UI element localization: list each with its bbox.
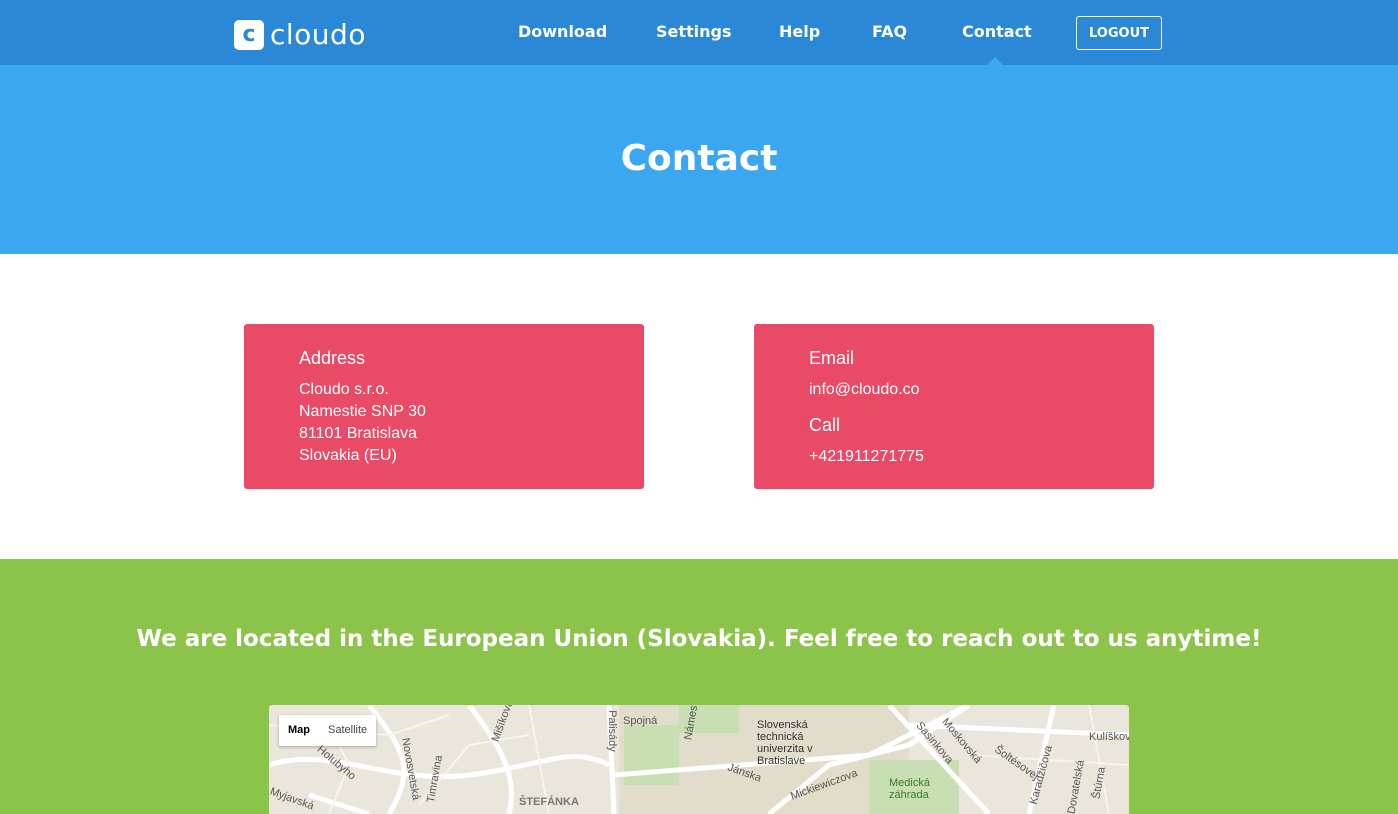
- page-title: Contact: [620, 138, 778, 179]
- cloudo-logo[interactable]: c cloudo: [234, 18, 366, 51]
- email-link[interactable]: info@cloudo.co: [809, 381, 920, 399]
- address-line-street: Namestie SNP 30: [299, 403, 426, 420]
- top-navigation-bar: c cloudo Download Settings Help FAQ Cont…: [0, 0, 1398, 65]
- nav-download[interactable]: Download: [518, 22, 607, 41]
- map-type-map-button[interactable]: Map: [279, 715, 319, 746]
- logout-button[interactable]: LOGOUT: [1076, 16, 1162, 50]
- map-label-kuliskova: Kulíškova: [1089, 731, 1129, 743]
- map-label-medicka-zahrada: Medická záhrada: [889, 777, 930, 801]
- nav-help[interactable]: Help: [779, 22, 820, 41]
- nav-faq[interactable]: FAQ: [872, 22, 907, 41]
- logo-badge: c: [234, 19, 264, 50]
- active-nav-indicator: [987, 57, 1003, 65]
- address-line-city: 81101 Bratislava: [299, 425, 417, 442]
- address-heading: Address: [299, 348, 366, 368]
- logo-text: cloudo: [270, 18, 366, 51]
- location-tagline: We are located in the European Union (Sl…: [136, 626, 1262, 652]
- embedded-map[interactable]: Map Satellite Slovenská technická univer…: [269, 705, 1129, 814]
- call-heading: Call: [809, 415, 841, 435]
- contact-card: Email info@cloudo.co Call +421911271775: [754, 324, 1154, 489]
- email-heading: Email: [809, 348, 855, 368]
- map-label-university: Slovenská technická univerzita v Bratisl…: [757, 719, 813, 767]
- nav-contact[interactable]: Contact: [962, 22, 1032, 41]
- map-label-spojna: Spojná: [623, 715, 658, 727]
- map-type-satellite-button[interactable]: Satellite: [319, 715, 376, 746]
- map-label-palisady: Palisády: [605, 710, 618, 752]
- address-card: Address Cloudo s.r.o. Namestie SNP 30 81…: [244, 324, 644, 489]
- address-line-company: Cloudo s.r.o.: [299, 381, 389, 398]
- nav-settings[interactable]: Settings: [656, 22, 732, 41]
- phone-link[interactable]: +421911271775: [809, 448, 924, 466]
- map-type-control: Map Satellite: [279, 715, 377, 746]
- map-label-stefanka: ŠTEFÁNKA: [519, 796, 579, 808]
- page-hero: Contact: [0, 65, 1398, 254]
- address-line-country: Slovakia (EU): [299, 447, 397, 464]
